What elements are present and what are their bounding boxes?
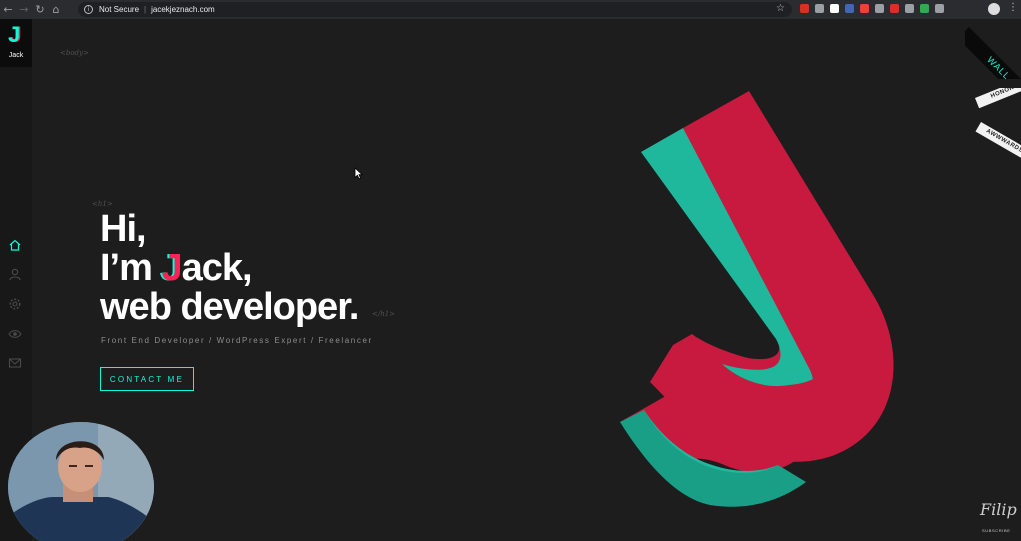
url-text[interactable]: jacekjeznach.com (151, 5, 215, 14)
headline-prefix: I’m (100, 247, 162, 289)
awwwards-label: AWWWARDS (975, 122, 1021, 158)
logo[interactable]: J Jack (0, 19, 32, 67)
headline-line-1: Hi, (100, 208, 147, 250)
filip-watermark: Filip (980, 500, 1017, 519)
profile-avatar[interactable] (988, 3, 1000, 15)
info-icon[interactable]: i (84, 5, 93, 14)
address-separator: | (144, 5, 147, 14)
page: ← → ↻ ⌂ i Not Secure | jacekjeznach.com … (0, 0, 1021, 541)
extension-icon[interactable] (815, 4, 824, 13)
extension-icon[interactable] (860, 4, 869, 13)
eye-icon[interactable] (8, 327, 22, 341)
contact-me-button[interactable]: CONTACT ME (100, 367, 194, 391)
extension-icon[interactable] (830, 4, 839, 13)
h1-close-tag: </h1> (372, 310, 396, 318)
headline-suffix: ack, (181, 247, 253, 289)
forward-arrow-icon[interactable]: → (16, 0, 32, 19)
headline-line-3: web developer. (100, 286, 359, 328)
body-tag: <body> (60, 49, 89, 57)
envelope-icon[interactable] (8, 356, 22, 370)
extension-icon[interactable] (800, 4, 809, 13)
extension-icon[interactable] (890, 4, 899, 13)
extension-icon[interactable] (905, 4, 914, 13)
presenter-image (8, 422, 154, 541)
logo-name: Jack (8, 52, 24, 59)
extension-icon[interactable] (845, 4, 854, 13)
home-icon[interactable] (8, 238, 22, 252)
wall-ribbon-label: WALL (965, 27, 1021, 79)
extension-icon[interactable] (935, 4, 944, 13)
reload-icon[interactable]: ↻ (32, 0, 48, 19)
h1-open-tag: <h1> (92, 200, 113, 208)
hero-subtitle: Front End Developer / WordPress Expert /… (101, 336, 373, 345)
user-icon[interactable] (8, 267, 22, 281)
address-bar[interactable]: i Not Secure | jacekjeznach.com ☆ (78, 2, 792, 17)
awwwards-ribbon[interactable]: HONORS AWWWARDS (975, 88, 1021, 158)
logo-letter: J (8, 22, 21, 47)
wall-ribbon[interactable]: WALL (965, 19, 1021, 79)
bookmark-star-icon[interactable]: ☆ (776, 3, 785, 14)
hero-headline: Hi, I’m Jack, web developer. (100, 208, 359, 328)
extension-icon[interactable] (875, 4, 884, 13)
honors-label: HONORS (975, 88, 1021, 109)
browser-menu-icon[interactable]: ⋮ (1008, 2, 1018, 13)
subscribe-label: SUBSCRIBE (982, 528, 1011, 533)
mouse-cursor-icon (354, 167, 363, 180)
back-arrow-icon[interactable]: ← (0, 0, 16, 19)
big-j-logo (620, 91, 894, 507)
home-browser-icon[interactable]: ⌂ (48, 0, 64, 19)
extensions-bar (800, 4, 944, 13)
browser-toolbar: ← → ↻ ⌂ i Not Secure | jacekjeznach.com … (0, 0, 1021, 19)
extension-icon[interactable] (920, 4, 929, 13)
gear-icon[interactable] (8, 297, 22, 311)
headline-j-letter: J (161, 247, 182, 289)
security-label: Not Secure (99, 5, 140, 14)
headline-line-2: I’m Jack, (100, 249, 358, 288)
webcam-overlay (8, 422, 154, 541)
